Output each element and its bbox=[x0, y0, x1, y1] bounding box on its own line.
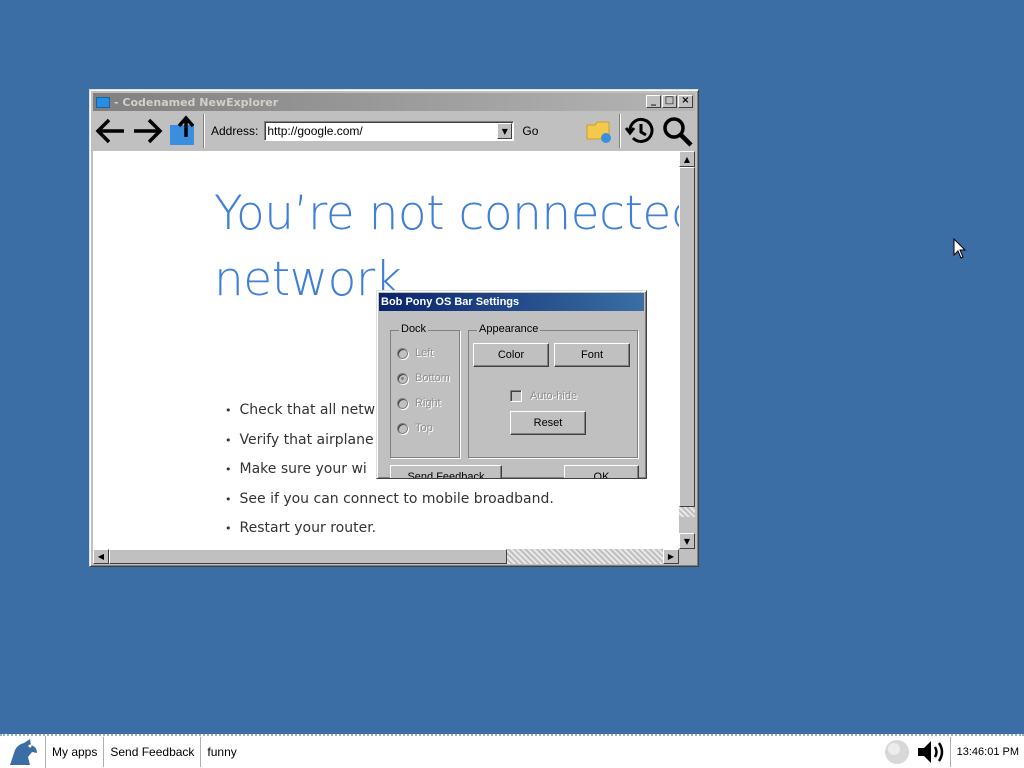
scroll-right-button[interactable]: ▶ bbox=[663, 549, 679, 564]
mouse-cursor-icon bbox=[953, 238, 967, 259]
volume-icon[interactable] bbox=[914, 736, 950, 768]
ok-button[interactable]: OK bbox=[564, 465, 639, 478]
taskbar-item-send-feedback[interactable]: Send Feedback bbox=[104, 737, 202, 767]
history-icon[interactable] bbox=[623, 113, 659, 149]
list-item: See if you can connect to mobile broadba… bbox=[239, 485, 554, 515]
horizontal-scroll-track[interactable] bbox=[109, 549, 663, 564]
close-button[interactable]: × bbox=[678, 95, 693, 108]
browser-toolbar: Address: ▼ Go bbox=[93, 112, 695, 150]
back-icon[interactable] bbox=[93, 113, 129, 149]
app-icon bbox=[96, 96, 110, 108]
system-tray: 13:46:01 PM bbox=[880, 736, 1024, 768]
autohide-label: Auto-hide bbox=[530, 390, 578, 402]
taskbar: My apps Send Feedback funny 13:46:01 PM bbox=[0, 734, 1024, 768]
go-button[interactable]: Go bbox=[522, 124, 538, 138]
network-globe-icon[interactable] bbox=[880, 736, 914, 768]
radio-label: Right bbox=[415, 397, 441, 409]
forward-icon[interactable] bbox=[129, 113, 165, 149]
scroll-down-button[interactable]: ▼ bbox=[679, 533, 695, 549]
toolbar-separator bbox=[203, 114, 205, 148]
taskbar-item-funny[interactable]: funny bbox=[201, 737, 242, 767]
dock-option-right[interactable]: Right bbox=[397, 397, 441, 409]
list-item: Restart your router. bbox=[239, 514, 554, 544]
radio-top[interactable] bbox=[397, 422, 408, 434]
vertical-scroll-thumb[interactable] bbox=[679, 167, 695, 507]
color-button[interactable]: Color bbox=[473, 343, 549, 367]
error-heading-line1: You’re not connected bbox=[214, 186, 679, 241]
taskbar-item-my-apps[interactable]: My apps bbox=[46, 737, 105, 767]
scroll-up-button[interactable]: ▲ bbox=[679, 151, 695, 167]
maximize-button[interactable]: □ bbox=[662, 95, 677, 108]
horizontal-scrollbar[interactable]: ◀ ▶ bbox=[93, 549, 679, 564]
radio-bottom[interactable] bbox=[397, 372, 408, 384]
scroll-left-button[interactable]: ◀ bbox=[93, 549, 109, 564]
vertical-scroll-track[interactable] bbox=[679, 167, 695, 517]
dialog-title[interactable]: Bob Pony OS Bar Settings bbox=[379, 293, 644, 311]
dock-option-top[interactable]: Top bbox=[397, 422, 433, 434]
address-label: Address: bbox=[211, 124, 259, 138]
horizontal-scroll-thumb[interactable] bbox=[109, 549, 507, 564]
up-folder-icon[interactable] bbox=[165, 113, 201, 149]
window-titlebar[interactable]: - Codenamed NewExplorer _ □ × bbox=[93, 93, 695, 111]
dock-option-bottom[interactable]: Bottom bbox=[397, 372, 450, 384]
taskbar-clock: 13:46:01 PM bbox=[949, 737, 1024, 767]
radio-label: Left bbox=[415, 347, 434, 359]
dock-label: Dock bbox=[399, 323, 429, 335]
appearance-label: Appearance bbox=[477, 323, 541, 335]
radio-right[interactable] bbox=[397, 397, 408, 409]
radio-label: Bottom bbox=[415, 372, 450, 384]
radio-left[interactable] bbox=[397, 347, 408, 359]
start-menu-logo-icon[interactable] bbox=[0, 736, 46, 768]
radio-label: Top bbox=[415, 422, 433, 434]
autohide-checkbox[interactable] bbox=[510, 390, 522, 402]
address-dropdown-button[interactable]: ▼ bbox=[497, 123, 513, 139]
folder-icon[interactable] bbox=[581, 113, 617, 149]
font-button[interactable]: Font bbox=[554, 343, 630, 367]
toolbar-separator bbox=[619, 114, 621, 148]
dock-groupbox: Dock Left Bottom Right Top bbox=[390, 323, 460, 458]
autohide-option[interactable]: Auto-hide bbox=[510, 390, 577, 402]
reset-button[interactable]: Reset bbox=[510, 411, 586, 435]
dock-option-left[interactable]: Left bbox=[397, 347, 433, 359]
settings-dialog: Bob Pony OS Bar Settings Dock Left Botto… bbox=[376, 290, 647, 479]
vertical-scrollbar[interactable]: ▲ ▼ bbox=[679, 151, 695, 549]
minimize-button[interactable]: _ bbox=[646, 95, 661, 108]
address-input[interactable] bbox=[265, 123, 498, 139]
search-icon[interactable] bbox=[659, 113, 695, 149]
send-feedback-button[interactable]: Send Feedback bbox=[390, 465, 502, 478]
window-title: - Codenamed NewExplorer bbox=[114, 95, 279, 109]
address-combobox: ▼ bbox=[264, 121, 515, 141]
